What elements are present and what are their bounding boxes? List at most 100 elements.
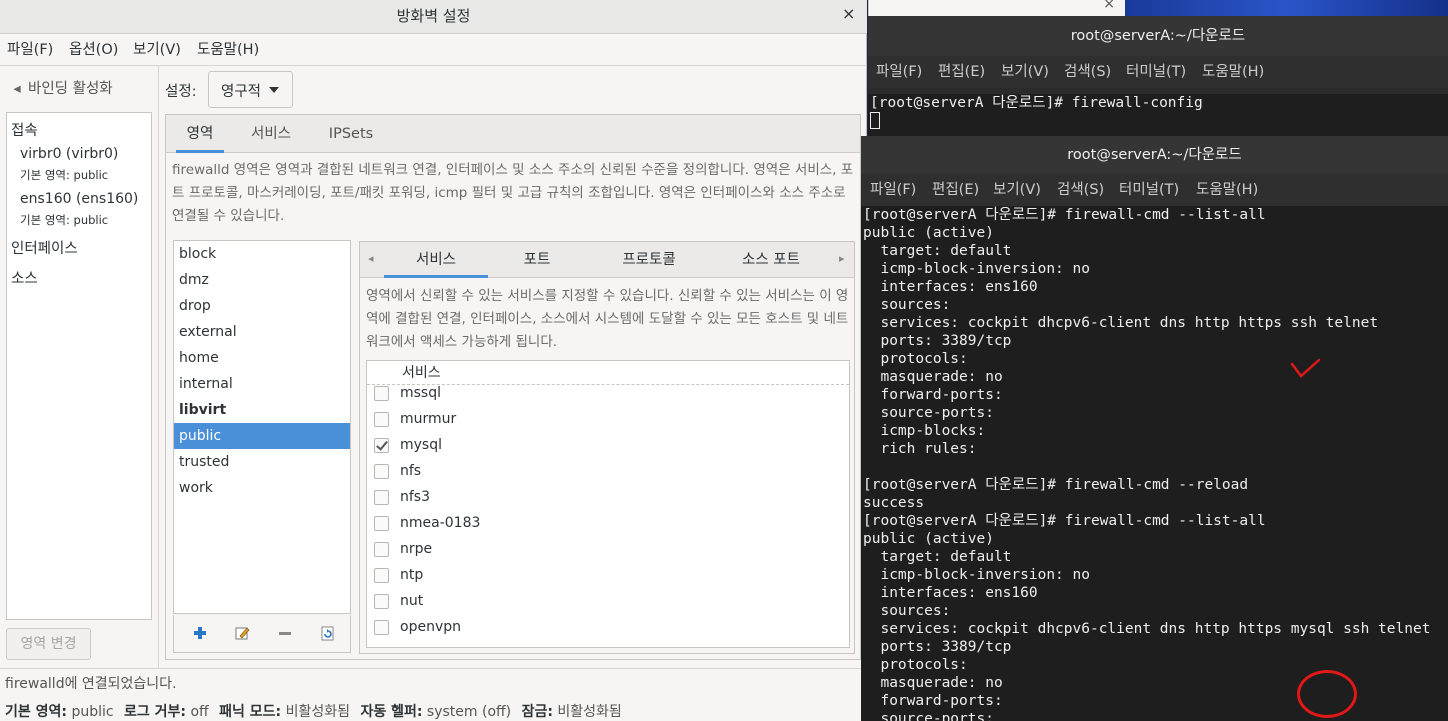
terminal-line: services: cockpit dhcpv6-client dns http… <box>863 315 1379 331</box>
tab-zones[interactable]: 영역 <box>176 115 224 153</box>
terminal-menu-terminal[interactable]: 터미널(T) <box>1119 174 1179 206</box>
sidebar-divider <box>158 66 159 668</box>
terminal-line: [root@serverA 다운로드]# firewall-cmd --relo… <box>863 477 1249 493</box>
terminal-menu-edit[interactable]: 편집(E) <box>932 174 979 206</box>
service-row[interactable]: ntp <box>367 563 849 589</box>
terminal-menu-search[interactable]: 검색(S) <box>1057 174 1104 206</box>
service-row[interactable]: openvpn <box>367 615 849 641</box>
menu-file[interactable]: 파일(F) <box>7 34 53 66</box>
service-checkbox[interactable] <box>374 490 389 505</box>
service-description: 영역에서 신뢰할 수 있는 서비스를 지정할 수 있습니다. 신뢰할 수 있는 … <box>366 288 849 350</box>
zone-detail-tab-bar: ◂ 서비스 포트 프로토콜 소스 포트 ▸ <box>360 242 854 278</box>
terminal-menu-help[interactable]: 도움말(H) <box>1196 174 1258 206</box>
zone-item-drop[interactable]: drop <box>174 293 350 319</box>
service-row[interactable]: mysql <box>367 433 849 459</box>
chevron-left-icon[interactable]: ◂ <box>368 252 374 265</box>
service-checkbox[interactable] <box>374 568 389 583</box>
terminal-menu-search[interactable]: 검색(S) <box>1064 56 1111 88</box>
connection-item-virbr0[interactable]: virbr0 (virbr0) <box>20 146 118 162</box>
service-row[interactable]: murmur <box>367 407 849 433</box>
chevron-right-icon[interactable]: ▸ <box>839 252 845 265</box>
lockdown-label: 잠금: <box>521 704 553 720</box>
terminal-line: success <box>863 495 925 511</box>
zone-item-internal[interactable]: internal <box>174 371 350 397</box>
terminal-output[interactable]: [root@serverA 다운로드]# firewall-config <box>868 94 1448 136</box>
connections-heading[interactable]: 접속 <box>11 119 38 140</box>
binding-toggle[interactable]: ◂ 바인딩 활성화 <box>6 76 154 102</box>
zone-item-libvirt[interactable]: libvirt <box>174 397 350 423</box>
terminal-line: [root@serverA 다운로드]# firewall-cmd --list… <box>863 207 1266 223</box>
red-circle-annotation <box>1297 670 1357 718</box>
zone-toolbar <box>173 615 351 653</box>
menu-view[interactable]: 보기(V) <box>133 34 181 66</box>
zone-item-external[interactable]: external <box>174 319 350 345</box>
service-name: openvpn <box>400 619 461 635</box>
service-checkbox[interactable] <box>374 464 389 479</box>
terminal-window-back[interactable]: root@serverA:~/다운로드 파일(F) 편집(E) 보기(V) 검색… <box>868 16 1448 136</box>
menu-help[interactable]: 도움말(H) <box>197 34 259 66</box>
service-row[interactable]: nut <box>367 589 849 615</box>
terminal-menu-edit[interactable]: 편집(E) <box>938 56 985 88</box>
zone-item-work[interactable]: work <box>174 475 350 501</box>
service-checkbox[interactable] <box>374 516 389 531</box>
desktop-wallpaper-strip <box>1125 0 1448 16</box>
terminal-menu-bar: 파일(F) 편집(E) 보기(V) 검색(S) 터미널(T) 도움말(H) <box>861 174 1448 206</box>
terminal-output[interactable]: [root@serverA 다운로드]# firewall-cmd --list… <box>861 206 1448 721</box>
subtab-ports[interactable]: 포트 <box>500 242 574 278</box>
service-column-header[interactable]: 서비스 <box>367 361 849 385</box>
close-icon[interactable]: × <box>842 4 855 23</box>
sources-heading[interactable]: 소스 <box>11 267 38 288</box>
terminal-menu-file[interactable]: 파일(F) <box>870 174 916 206</box>
terminal-line: public (active) <box>863 225 994 241</box>
subtab-protocols[interactable]: 프로토콜 <box>604 242 694 278</box>
edit-icon[interactable] <box>234 625 250 641</box>
service-checkbox[interactable] <box>374 438 389 453</box>
auto-helper-value: system (off) <box>426 704 512 720</box>
service-row[interactable]: nfs3 <box>367 485 849 511</box>
terminal-line: protocols: <box>863 351 968 367</box>
connection-item-ens160[interactable]: ens160 (ens160) <box>20 191 138 207</box>
terminal-window-front[interactable]: root@serverA:~/다운로드 파일(F) 편집(E) 보기(V) 검색… <box>861 136 1448 721</box>
interfaces-heading[interactable]: 인터페이스 <box>11 237 78 258</box>
zone-item-public[interactable]: public <box>174 423 350 449</box>
binding-toggle-label: 바인딩 활성화 <box>28 81 113 97</box>
terminal-menu-terminal[interactable]: 터미널(T) <box>1126 56 1186 88</box>
remove-icon[interactable] <box>277 625 293 641</box>
terminal-menu-file[interactable]: 파일(F) <box>876 56 922 88</box>
service-row[interactable]: nrpe <box>367 537 849 563</box>
tab-services[interactable]: 서비스 <box>244 115 298 153</box>
service-row[interactable]: nmea-0183 <box>367 511 849 537</box>
service-checkbox[interactable] <box>374 412 389 427</box>
zone-item-trusted[interactable]: trusted <box>174 449 350 475</box>
terminal-menu-view[interactable]: 보기(V) <box>1001 56 1049 88</box>
zone-item-home[interactable]: home <box>174 345 350 371</box>
zone-item-block[interactable]: block <box>174 241 350 267</box>
zone-item-dmz[interactable]: dmz <box>174 267 350 293</box>
service-checkbox[interactable] <box>374 542 389 557</box>
service-checkbox[interactable] <box>374 620 389 635</box>
service-checkbox[interactable] <box>374 594 389 609</box>
menu-options[interactable]: 옵션(O) <box>69 34 118 66</box>
load-defaults-icon[interactable] <box>320 625 336 641</box>
service-row[interactable]: nfs <box>367 459 849 485</box>
terminal-title: root@serverA:~/다운로드 <box>868 16 1448 56</box>
service-name: murmur <box>400 411 457 427</box>
terminal-menu-help[interactable]: 도움말(H) <box>1202 56 1264 88</box>
text-cursor <box>870 112 880 129</box>
tab-ipsets[interactable]: IPSets <box>318 115 384 153</box>
service-checkbox[interactable] <box>374 386 389 401</box>
terminal-line: public (active) <box>863 531 994 547</box>
subtab-source-ports[interactable]: 소스 포트 <box>726 242 816 278</box>
terminal-menu-view[interactable]: 보기(V) <box>993 174 1041 206</box>
terminal-line: sources: <box>863 297 951 313</box>
close-icon[interactable]: × <box>1103 0 1115 12</box>
default-zone-value: public <box>71 704 114 720</box>
service-name: nfs3 <box>400 489 431 505</box>
subtab-services[interactable]: 서비스 <box>384 242 488 278</box>
binding-list: 접속 virbr0 (virbr0) 기본 영역: public ens160 … <box>6 112 152 620</box>
configuration-select[interactable]: 영구적 <box>208 71 293 108</box>
title-bar[interactable]: 방화벽 설정 × <box>0 0 867 34</box>
add-icon[interactable] <box>192 625 208 641</box>
zone-change-button[interactable]: 영역 변경 <box>6 628 91 660</box>
terminal-line: masquerade: no <box>863 675 1003 691</box>
